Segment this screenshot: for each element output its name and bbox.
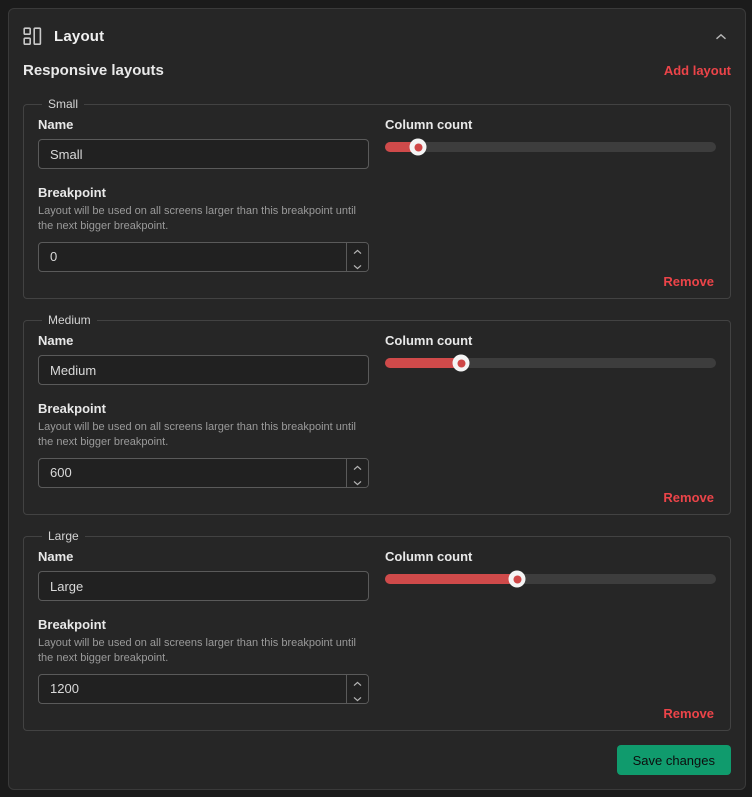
breakpoint-label: Breakpoint (38, 401, 369, 416)
layouts-container: Small Name Column count Breakpoint (23, 97, 731, 745)
column-count-field: Column count (385, 549, 716, 601)
collapse-button[interactable] (711, 25, 731, 48)
slider-thumb[interactable] (509, 571, 526, 588)
slider-track[interactable] (385, 142, 716, 152)
breakpoint-help-text: Layout will be used on all screens large… (38, 420, 369, 450)
chevron-up-icon (353, 459, 362, 474)
name-field: Name (38, 333, 369, 385)
name-label: Name (38, 117, 369, 132)
name-label: Name (38, 333, 369, 348)
column-count-slider[interactable] (385, 358, 716, 368)
layout-legend: Medium (42, 313, 97, 327)
spinner-down-button[interactable] (347, 690, 368, 705)
add-layout-link[interactable]: Add layout (664, 63, 731, 78)
spinner-up-button[interactable] (347, 243, 368, 258)
layout-legend: Small (42, 97, 84, 111)
name-input[interactable] (38, 355, 369, 385)
number-spinner (346, 243, 368, 271)
name-label: Name (38, 549, 369, 564)
section-header: Responsive layouts Add layout (23, 61, 731, 81)
name-field: Name (38, 117, 369, 169)
breakpoint-field: Breakpoint Layout will be used on all sc… (38, 401, 369, 488)
column-count-field: Column count (385, 333, 716, 385)
chevron-up-icon (353, 243, 362, 258)
chevron-down-icon (353, 474, 362, 489)
slider-fill (385, 358, 461, 368)
breakpoint-input[interactable] (38, 242, 369, 272)
slider-fill (385, 574, 517, 584)
name-input[interactable] (38, 571, 369, 601)
chevron-down-icon (353, 690, 362, 705)
layout-legend: Large (42, 529, 85, 543)
breakpoint-label: Breakpoint (38, 617, 369, 632)
number-spinner (346, 675, 368, 703)
save-changes-button[interactable]: Save changes (617, 745, 731, 775)
panel-header: Layout (23, 23, 731, 51)
column-count-label: Column count (385, 333, 716, 348)
column-count-label: Column count (385, 117, 716, 132)
remove-layout-link[interactable]: Remove (663, 490, 714, 505)
number-spinner (346, 459, 368, 487)
slider-thumb[interactable] (410, 139, 427, 156)
breakpoint-help-text: Layout will be used on all screens large… (38, 636, 369, 666)
remove-layout-link[interactable]: Remove (663, 274, 714, 289)
breakpoint-input[interactable] (38, 674, 369, 704)
slider-thumb[interactable] (453, 355, 470, 372)
breakpoint-help-text: Layout will be used on all screens large… (38, 204, 369, 234)
breakpoint-input[interactable] (38, 458, 369, 488)
layout-fieldset: Large Name Column count Breakpoint (23, 529, 731, 731)
spinner-up-button[interactable] (347, 459, 368, 474)
layout-grid-icon (23, 27, 42, 46)
layout-fieldset: Small Name Column count Breakpoint (23, 97, 731, 299)
layout-panel: Layout Responsive layouts Add layout Sma… (8, 8, 746, 790)
breakpoint-field: Breakpoint Layout will be used on all sc… (38, 185, 369, 272)
column-count-slider[interactable] (385, 142, 716, 152)
chevron-up-icon (715, 29, 727, 44)
spinner-down-button[interactable] (347, 474, 368, 489)
footer: Save changes (23, 745, 731, 775)
column-count-slider[interactable] (385, 574, 716, 584)
section-heading: Responsive layouts (23, 62, 164, 79)
panel-title: Layout (54, 28, 104, 45)
name-field: Name (38, 549, 369, 601)
chevron-up-icon (353, 675, 362, 690)
column-count-field: Column count (385, 117, 716, 169)
spinner-up-button[interactable] (347, 675, 368, 690)
breakpoint-field: Breakpoint Layout will be used on all sc… (38, 617, 369, 704)
layout-fieldset: Medium Name Column count Breakpoint (23, 313, 731, 515)
remove-layout-link[interactable]: Remove (663, 706, 714, 721)
spinner-down-button[interactable] (347, 258, 368, 273)
chevron-down-icon (353, 258, 362, 273)
name-input[interactable] (38, 139, 369, 169)
column-count-label: Column count (385, 549, 716, 564)
breakpoint-label: Breakpoint (38, 185, 369, 200)
